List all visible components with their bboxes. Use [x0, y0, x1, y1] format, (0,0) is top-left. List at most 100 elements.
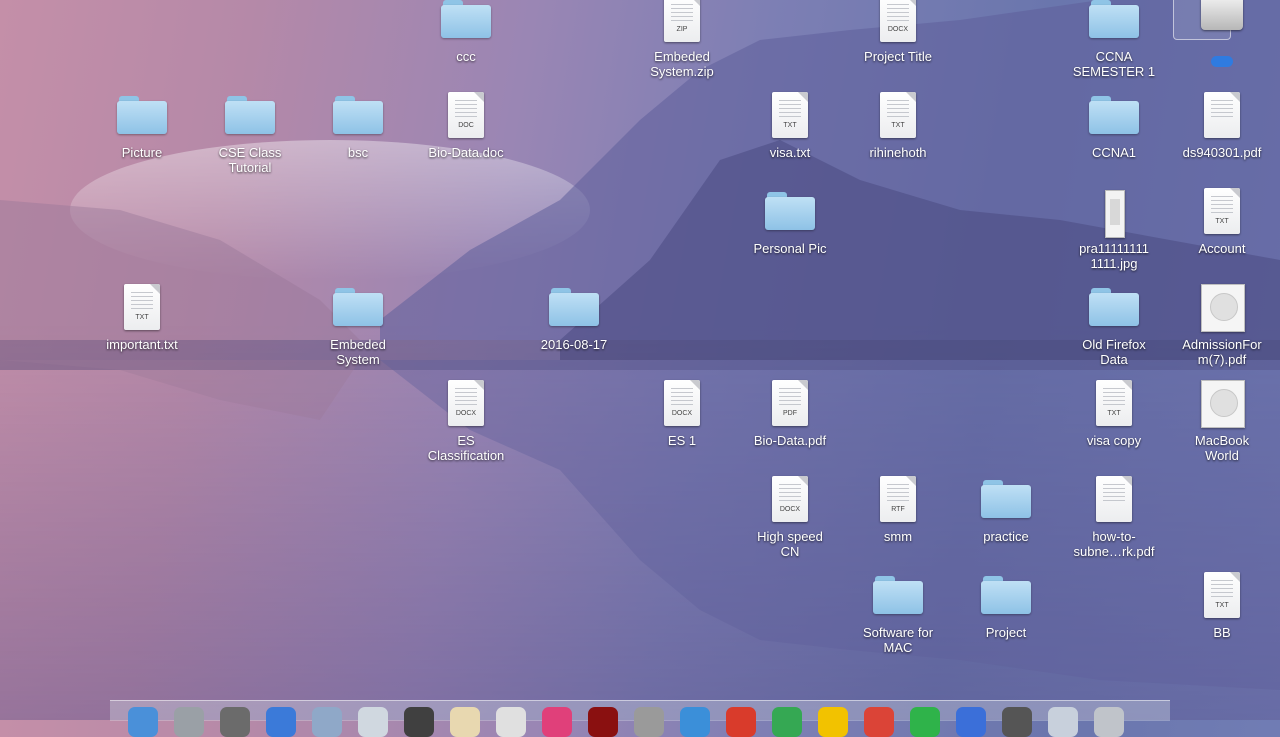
desktop-icon-embeded-system-zip[interactable]: ZIP Embeded System.zip — [634, 0, 730, 79]
folder-icon — [418, 0, 514, 48]
dock-trash-icon[interactable] — [1094, 707, 1124, 737]
desktop-icon-drive[interactable] — [1173, 0, 1270, 67]
dock-system-preferences-icon[interactable] — [634, 707, 664, 737]
desktop-icon-label: bsc — [347, 145, 369, 160]
desktop-icon-ccna1[interactable]: CCNA1 — [1066, 92, 1162, 160]
desktop-icon-pra-jpg[interactable]: pra11111111 1111.jpg — [1066, 188, 1162, 271]
desktop-icon-label: CSE Class Tutorial — [218, 145, 282, 175]
document-icon: ZIP — [634, 0, 730, 48]
folder-icon — [742, 188, 838, 240]
dock-app-icon[interactable] — [220, 707, 250, 737]
dock-safari-icon[interactable] — [358, 707, 388, 737]
desktop-icon-label: Personal Pic — [753, 241, 827, 256]
document-icon — [1066, 476, 1162, 528]
desktop-icon-label: 2016-08-17 — [540, 337, 608, 352]
dock — [110, 700, 1170, 737]
dock-launchpad-icon[interactable] — [174, 707, 204, 737]
dock-app-icon[interactable] — [910, 707, 940, 737]
desktop-icon-label: Software for MAC — [862, 625, 934, 655]
document-icon: TXT — [1174, 188, 1270, 240]
desktop-icon-project[interactable]: Project — [958, 572, 1054, 640]
desktop-icon-label: Old Firefox Data — [1082, 337, 1146, 367]
dock-app-icon[interactable] — [404, 707, 434, 737]
desktop-icon-old-firefox-data[interactable]: Old Firefox Data — [1066, 284, 1162, 367]
desktop-icon-high-speed-cn[interactable]: DOCX High speed CN — [742, 476, 838, 559]
document-icon: TXT — [1174, 572, 1270, 624]
document-icon: DOCX — [634, 380, 730, 432]
desktop-icon-label: practice — [983, 529, 1029, 544]
desktop-icon-label: ES 1 — [667, 433, 697, 448]
document-icon: RTF — [850, 476, 946, 528]
dock-finder-icon[interactable] — [128, 707, 158, 737]
dock-app-icon[interactable] — [818, 707, 848, 737]
dock-app-icon[interactable] — [312, 707, 342, 737]
folder-icon — [1066, 0, 1162, 48]
desktop-icon-bio-data-pdf[interactable]: PDF Bio-Data.pdf — [742, 380, 838, 448]
folder-icon — [94, 92, 190, 144]
dock-app-icon[interactable] — [680, 707, 710, 737]
document-icon: TXT — [94, 284, 190, 336]
desktop-icon-macbook-world[interactable]: MacBook World — [1174, 380, 1270, 463]
dock-app-store-icon[interactable] — [266, 707, 296, 737]
desktop-icon-es-classification[interactable]: DOCX ES Classification — [418, 380, 514, 463]
folder-icon — [526, 284, 622, 336]
dock-app-icon[interactable] — [1048, 707, 1078, 737]
desktop-icon-cse-class-tutorial[interactable]: CSE Class Tutorial — [202, 92, 298, 175]
dock-itunes-icon[interactable] — [542, 707, 572, 737]
desktop-icon-visa-txt[interactable]: TXT visa.txt — [742, 92, 838, 160]
desktop-icon-label: important.txt — [106, 337, 178, 352]
desktop-icon-label: how-to- subne…rk.pdf — [1073, 529, 1155, 559]
dock-calendar-icon[interactable] — [496, 707, 526, 737]
desktop-icon-software-for-mac[interactable]: Software for MAC — [850, 572, 946, 655]
desktop-icon-bio-data-doc[interactable]: DOC Bio-Data.doc — [418, 92, 514, 160]
desktop-icon-label: CCNA1 — [1091, 145, 1137, 160]
desktop-icon-how-to-subnet[interactable]: how-to- subne…rk.pdf — [1066, 476, 1162, 559]
desktop-icon-ccc[interactable]: ccc — [418, 0, 514, 64]
desktop-icon-label: AdmissionFor m(7).pdf — [1182, 337, 1262, 367]
desktop-icon-important-txt[interactable]: TXT important.txt — [94, 284, 190, 352]
dock-app-icon[interactable] — [726, 707, 756, 737]
document-icon: TXT — [1066, 380, 1162, 432]
folder-icon — [958, 476, 1054, 528]
document-icon: PDF — [742, 380, 838, 432]
pdf-thumbnail-icon — [1174, 380, 1270, 432]
dock-app-icon[interactable] — [588, 707, 618, 737]
desktop-icon-label: Account — [1198, 241, 1246, 256]
dock-chrome-icon[interactable] — [864, 707, 894, 737]
desktop-icon-ccna-semester-1[interactable]: CCNA SEMESTER 1 — [1066, 0, 1162, 79]
desktop-icon-date-folder[interactable]: 2016-08-17 — [526, 284, 622, 352]
document-icon: DOCX — [742, 476, 838, 528]
desktop-icon-label: ds940301.pdf — [1182, 145, 1262, 160]
desktop-icon-smm[interactable]: RTF smm — [850, 476, 946, 544]
document-icon — [1174, 92, 1270, 144]
desktop-icon-label: Embeded System.zip — [650, 49, 714, 79]
desktop-icon-label: visa copy — [1086, 433, 1142, 448]
desktop-icon-label: Embeded System — [330, 337, 386, 367]
hard-drive-icon — [1173, 0, 1270, 48]
desktop-icon-picture[interactable]: Picture — [94, 92, 190, 160]
desktop-icon-label: smm — [883, 529, 913, 544]
desktop-icon-project-title[interactable]: DOCX Project Title — [850, 0, 946, 64]
dock-app-icon[interactable] — [450, 707, 480, 737]
desktop-icon-visa-copy[interactable]: TXT visa copy — [1066, 380, 1162, 448]
dock-app-icon[interactable] — [772, 707, 802, 737]
desktop-icon-label: Project Title — [864, 49, 932, 64]
folder-icon — [202, 92, 298, 144]
desktop-icon-label: Project — [985, 625, 1027, 640]
dock-app-icon[interactable] — [956, 707, 986, 737]
desktop-icon-personal-pic[interactable]: Personal Pic — [742, 188, 838, 256]
desktop-icon-embeded-system[interactable]: Embeded System — [310, 284, 406, 367]
desktop-icon-es-1[interactable]: DOCX ES 1 — [634, 380, 730, 448]
pdf-thumbnail-icon — [1174, 284, 1270, 336]
desktop-icon-bb[interactable]: TXT BB — [1174, 572, 1270, 640]
desktop-icon-bsc[interactable]: bsc — [310, 92, 406, 160]
desktop-icon-admission-form[interactable]: AdmissionFor m(7).pdf — [1174, 284, 1270, 367]
desktop-icon-ds940301-pdf[interactable]: ds940301.pdf — [1174, 92, 1270, 160]
desktop-icon-label: CCNA SEMESTER 1 — [1072, 49, 1156, 79]
document-icon: DOCX — [418, 380, 514, 432]
desktop-icon-account[interactable]: TXT Account — [1174, 188, 1270, 256]
image-file-icon — [1066, 188, 1162, 240]
desktop-icon-practice[interactable]: practice — [958, 476, 1054, 544]
dock-app-icon[interactable] — [1002, 707, 1032, 737]
desktop-icon-rihinehoth[interactable]: TXT rihinehoth — [850, 92, 946, 160]
